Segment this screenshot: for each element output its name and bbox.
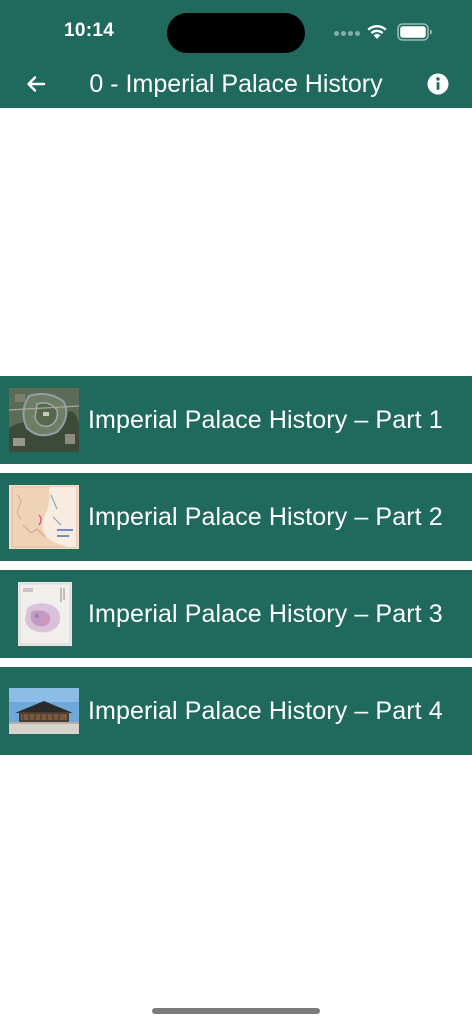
aerial-photo-thumbnail: [9, 388, 79, 452]
list-item-label: Imperial Palace History – Part 4: [88, 697, 443, 725]
list-item-label: Imperial Palace History – Part 1: [88, 406, 443, 434]
battery-icon: [397, 23, 432, 41]
status-time: 10:14: [64, 20, 115, 41]
palace-building-thumbnail: [9, 679, 79, 743]
page-title: 0 - Imperial Palace History: [89, 70, 383, 98]
home-indicator[interactable]: [152, 1008, 320, 1014]
wifi-icon: [367, 24, 387, 39]
list-item-label: Imperial Palace History – Part 3: [88, 600, 443, 628]
list-item-part-1[interactable]: Imperial Palace History – Part 1: [0, 376, 472, 464]
screen: 10:14 0 - Imperial Palace History Imperi…: [0, 0, 472, 1024]
cellular-signal-icon: [334, 31, 360, 37]
historical-map-thumbnail: [9, 485, 79, 549]
list-item-part-4[interactable]: Imperial Palace History – Part 4: [0, 667, 472, 755]
list-item-part-2[interactable]: Imperial Palace History – Part 2: [0, 473, 472, 561]
dynamic-island: [167, 13, 305, 53]
info-icon[interactable]: [426, 72, 450, 96]
scroll-painting-thumbnail: [9, 582, 79, 646]
list-item-label: Imperial Palace History – Part 2: [88, 503, 443, 531]
header: 10:14 0 - Imperial Palace History: [0, 0, 472, 108]
list-item-part-3[interactable]: Imperial Palace History – Part 3: [0, 570, 472, 658]
